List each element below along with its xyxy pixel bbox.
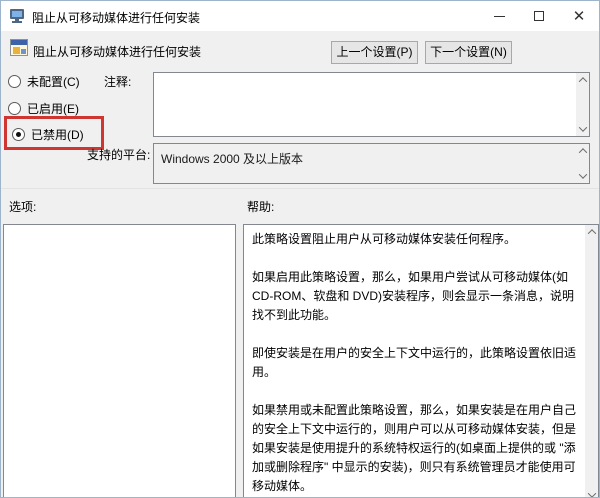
scroll-up-icon[interactable] — [585, 225, 598, 239]
supported-on-box: Windows 2000 及以上版本 — [153, 143, 590, 184]
policy-title: 阻止从可移动媒体进行任何安装 — [33, 43, 201, 60]
help-pane: 此策略设置阻止用户从可移动媒体安装任何程序。 如果启用此策略设置，那么，如果用户… — [243, 224, 599, 498]
close-button[interactable]: ✕ — [559, 1, 599, 31]
comment-textbox[interactable] — [153, 72, 590, 137]
computer-monitor-icon — [10, 8, 26, 24]
help-paragraph: 此策略设置阻止用户从可移动媒体安装任何程序。 — [252, 230, 579, 249]
close-icon: ✕ — [573, 9, 586, 24]
radio-enabled[interactable]: 已启用(E) — [8, 100, 79, 117]
help-label: 帮助: — [247, 198, 274, 215]
minimize-icon — [494, 16, 505, 17]
policy-setting-window: 阻止从可移动媒体进行任何安装 ✕ 阻止从可移动媒体进行任何安装 上一个设置(P)… — [0, 0, 600, 498]
scroll-up-icon[interactable] — [576, 144, 589, 158]
maximize-button[interactable] — [519, 1, 559, 31]
scroll-down-icon[interactable] — [585, 488, 598, 498]
policy-setting-icon — [10, 39, 28, 56]
window-title: 阻止从可移动媒体进行任何安装 — [32, 9, 200, 26]
help-paragraph: 如果启用此策略设置，那么，如果用户尝试从可移动媒体(如 CD-ROM、软盘和 D… — [252, 268, 579, 325]
title-bar: 阻止从可移动媒体进行任何安装 ✕ — [1, 1, 599, 31]
supported-on-value: Windows 2000 及以上版本 — [161, 150, 303, 167]
supported-on-scrollbar[interactable] — [576, 144, 589, 183]
radio-enabled-label: 已启用(E) — [27, 100, 79, 117]
maximize-icon — [534, 11, 544, 21]
options-label: 选项: — [9, 198, 36, 215]
comment-scrollbar[interactable] — [576, 73, 589, 136]
radio-circle-selected[interactable] — [12, 128, 25, 141]
help-scrollbar[interactable] — [585, 225, 598, 498]
help-paragraph: 即使安装是在用户的安全上下文中运行的，此策略设置依旧适用。 — [252, 344, 579, 382]
minimize-button[interactable] — [479, 1, 519, 31]
next-setting-button[interactable]: 下一个设置(N) — [425, 41, 512, 64]
comment-label: 注释: — [104, 73, 131, 90]
radio-not-configured-label: 未配置(C) — [27, 73, 80, 90]
previous-setting-button[interactable]: 上一个设置(P) — [331, 41, 418, 64]
options-pane — [3, 224, 236, 498]
radio-disabled[interactable]: 已禁用(D) — [12, 126, 84, 143]
scroll-down-icon[interactable] — [576, 122, 589, 136]
help-text: 此策略设置阻止用户从可移动媒体安装任何程序。 如果启用此策略设置，那么，如果用户… — [244, 225, 585, 498]
radio-disabled-label: 已禁用(D) — [31, 126, 84, 143]
scroll-down-icon[interactable] — [576, 169, 589, 183]
scroll-up-icon[interactable] — [576, 73, 589, 87]
supported-on-label: 支持的平台: — [87, 146, 150, 163]
radio-circle[interactable] — [8, 75, 21, 88]
radio-circle[interactable] — [8, 102, 21, 115]
radio-not-configured[interactable]: 未配置(C) — [8, 73, 80, 90]
section-divider — [1, 188, 600, 189]
help-paragraph: 如果禁用或未配置此策略设置，那么，如果安装是在用户自己的安全上下文中运行的，则用… — [252, 401, 579, 496]
